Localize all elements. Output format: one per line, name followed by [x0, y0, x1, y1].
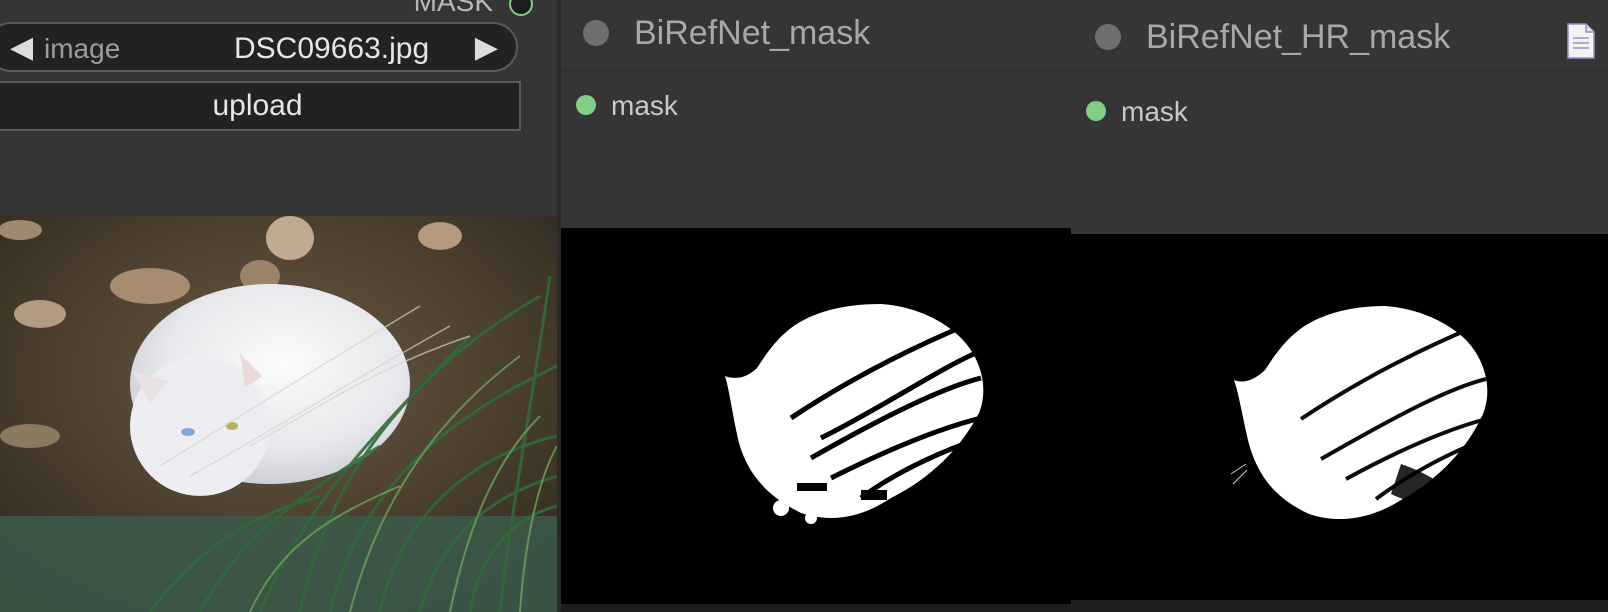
mask-output-label: MASK — [413, 0, 493, 17]
birefnet-hr-mask-node[interactable]: BiRefNet_HR_mask mask — [1071, 0, 1608, 600]
node-title-bar[interactable]: BiRefNet_HR_mask — [1071, 0, 1608, 71]
output-label: mask — [1121, 96, 1188, 127]
output-label: mask — [611, 90, 678, 121]
output-slot-icon[interactable] — [576, 95, 596, 115]
right-arrow-icon[interactable]: ▶ — [475, 30, 498, 65]
mask-output-row[interactable]: mask — [1071, 94, 1371, 130]
image-widget-value[interactable]: DSC09663.jpg — [234, 32, 429, 66]
node-title: BiRefNet_HR_mask — [1146, 18, 1451, 56]
birefnet-mask-node[interactable]: BiRefNet_mask mask — [561, 0, 1071, 604]
output-slot-icon[interactable] — [1086, 101, 1106, 121]
image-preview — [0, 216, 557, 612]
image-select-widget[interactable]: ◀ image DSC09663.jpg ▶ — [0, 22, 518, 72]
mask-preview — [1071, 234, 1608, 600]
node-title: BiRefNet_mask — [634, 14, 871, 52]
mask-preview — [561, 228, 1071, 604]
image-widget-label: image — [44, 33, 121, 64]
document-icon[interactable] — [1566, 22, 1596, 60]
load-image-node[interactable]: MASK ◀ image DSC09663.jpg ▶ upload — [0, 0, 557, 612]
node-title-bar[interactable]: BiRefNet_mask — [561, 0, 1071, 71]
collapse-dot-icon[interactable] — [583, 20, 609, 46]
mask-output-slot[interactable] — [509, 0, 533, 16]
left-arrow-icon[interactable]: ◀ — [10, 30, 33, 65]
collapse-dot-icon[interactable] — [1095, 24, 1121, 50]
upload-button[interactable]: upload — [0, 81, 521, 131]
mask-output-row[interactable]: mask — [561, 88, 861, 124]
